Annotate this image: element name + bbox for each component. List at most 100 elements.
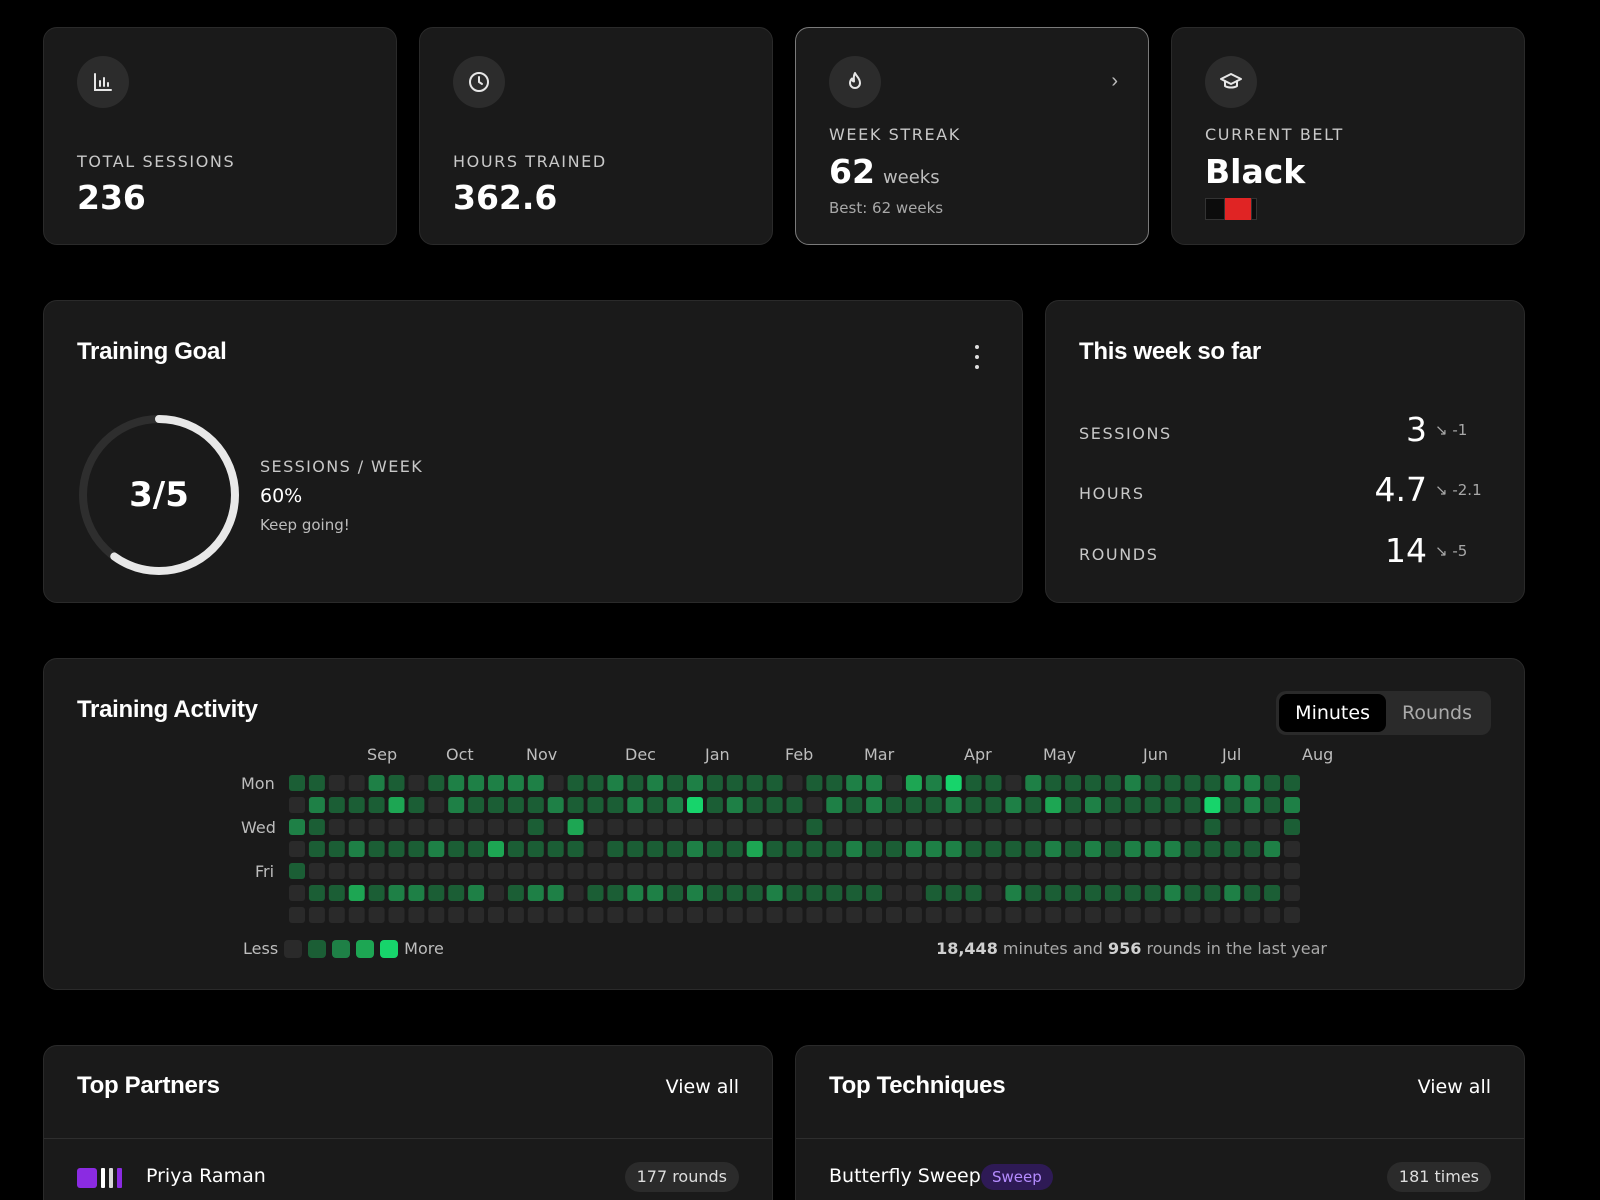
heatmap-cell[interactable] [567,775,584,791]
heatmap-cell[interactable] [1244,885,1261,901]
heatmap-cell[interactable] [308,819,325,835]
heatmap-cell[interactable] [925,819,942,835]
heatmap-cell[interactable] [488,819,504,835]
heatmap-cell[interactable] [726,819,743,835]
heatmap-cell[interactable] [428,775,445,791]
heatmap-cell[interactable] [547,907,564,923]
heatmap-cell[interactable] [667,819,684,835]
heatmap-cell[interactable] [1244,907,1261,923]
heatmap-cell[interactable] [408,775,425,791]
heatmap-cell[interactable] [1224,819,1241,835]
heatmap-cell[interactable] [627,863,644,879]
heatmap-cell[interactable] [527,775,544,791]
heatmap-cell[interactable] [886,819,902,835]
heatmap-cell[interactable] [627,885,644,901]
heatmap-cell[interactable] [985,819,1002,835]
heatmap-cell[interactable] [567,907,584,923]
heatmap-cell[interactable] [1144,863,1161,879]
heatmap-cell[interactable] [308,863,325,879]
heatmap-cell[interactable] [289,863,305,879]
heatmap-cell[interactable] [368,819,385,835]
heatmap-cell[interactable] [1025,885,1042,901]
heatmap-cell[interactable] [1005,863,1022,879]
heatmap-cell[interactable] [1005,885,1022,901]
heatmap-cell[interactable] [806,863,823,879]
heatmap-cell[interactable] [1284,841,1300,857]
view-all-partners-link[interactable]: View all [666,1076,739,1098]
heatmap-cell[interactable] [647,819,664,835]
heatmap-cell[interactable] [1104,775,1121,791]
heatmap-cell[interactable] [667,797,684,813]
heatmap-cell[interactable] [1045,885,1062,901]
heatmap-cell[interactable] [945,775,962,791]
heatmap-cell[interactable] [1204,819,1221,835]
heatmap-cell[interactable] [1204,885,1221,901]
heatmap-cell[interactable] [408,841,425,857]
heatmap-cell[interactable] [567,863,584,879]
heatmap-cell[interactable] [1124,841,1141,857]
heatmap-cell[interactable] [1085,841,1101,857]
heatmap-cell[interactable] [448,841,465,857]
heatmap-cell[interactable] [925,863,942,879]
heatmap-cell[interactable] [1104,819,1121,835]
heatmap-cell[interactable] [886,775,902,791]
heatmap-cell[interactable] [1005,775,1022,791]
heatmap-cell[interactable] [1144,819,1161,835]
heatmap-cell[interactable] [985,885,1002,901]
heatmap-cell[interactable] [766,863,783,879]
heatmap-cell[interactable] [1264,775,1281,791]
heatmap-cell[interactable] [428,863,445,879]
heatmap-cell[interactable] [468,863,485,879]
heatmap-cell[interactable] [1065,885,1082,901]
heatmap-cell[interactable] [488,885,504,901]
heatmap-cell[interactable] [806,841,823,857]
heatmap-cell[interactable] [627,819,644,835]
heatmap-cell[interactable] [746,841,763,857]
heatmap-cell[interactable] [448,907,465,923]
heatmap-cell[interactable] [706,885,723,901]
heatmap-cell[interactable] [1065,841,1082,857]
heatmap-cell[interactable] [1264,819,1281,835]
heatmap-cell[interactable] [726,841,743,857]
heatmap-cell[interactable] [866,775,883,791]
heatmap-cell[interactable] [1184,907,1201,923]
chevron-right-icon[interactable]: › [1111,70,1118,93]
heatmap-cell[interactable] [706,797,723,813]
heatmap-cell[interactable] [328,841,345,857]
heatmap-cell[interactable] [726,907,743,923]
heatmap-cell[interactable] [667,907,684,923]
heatmap-cell[interactable] [507,907,524,923]
heatmap-cell[interactable] [468,841,485,857]
stat-card-week-streak[interactable]: › WEEK STREAK 62 weeks Best: 62 weeks [795,27,1149,245]
heatmap-cell[interactable] [985,863,1002,879]
heatmap-cell[interactable] [1204,775,1221,791]
heatmap-cell[interactable] [308,775,325,791]
heatmap-cell[interactable] [1184,885,1201,901]
heatmap-cell[interactable] [547,797,564,813]
toggle-rounds[interactable]: Rounds [1386,694,1488,732]
heatmap-cell[interactable] [1104,907,1121,923]
heatmap-cell[interactable] [1244,775,1261,791]
heatmap-cell[interactable] [328,863,345,879]
heatmap-cell[interactable] [1244,863,1261,879]
heatmap-cell[interactable] [905,775,922,791]
heatmap-cell[interactable] [1144,775,1161,791]
heatmap-cell[interactable] [587,819,604,835]
heatmap-cell[interactable] [965,797,982,813]
heatmap-cell[interactable] [1085,885,1101,901]
heatmap-cell[interactable] [786,819,803,835]
heatmap-cell[interactable] [567,841,584,857]
heatmap-cell[interactable] [1264,841,1281,857]
heatmap-cell[interactable] [905,863,922,879]
heatmap-cell[interactable] [1184,797,1201,813]
heatmap-cell[interactable] [587,863,604,879]
heatmap-cell[interactable] [846,885,863,901]
heatmap-cell[interactable] [507,775,524,791]
heatmap-cell[interactable] [527,863,544,879]
heatmap-cell[interactable] [1264,797,1281,813]
heatmap-cell[interactable] [607,885,624,901]
heatmap-cell[interactable] [726,863,743,879]
heatmap-cell[interactable] [826,797,843,813]
heatmap-cell[interactable] [547,841,564,857]
heatmap-cell[interactable] [1184,775,1201,791]
